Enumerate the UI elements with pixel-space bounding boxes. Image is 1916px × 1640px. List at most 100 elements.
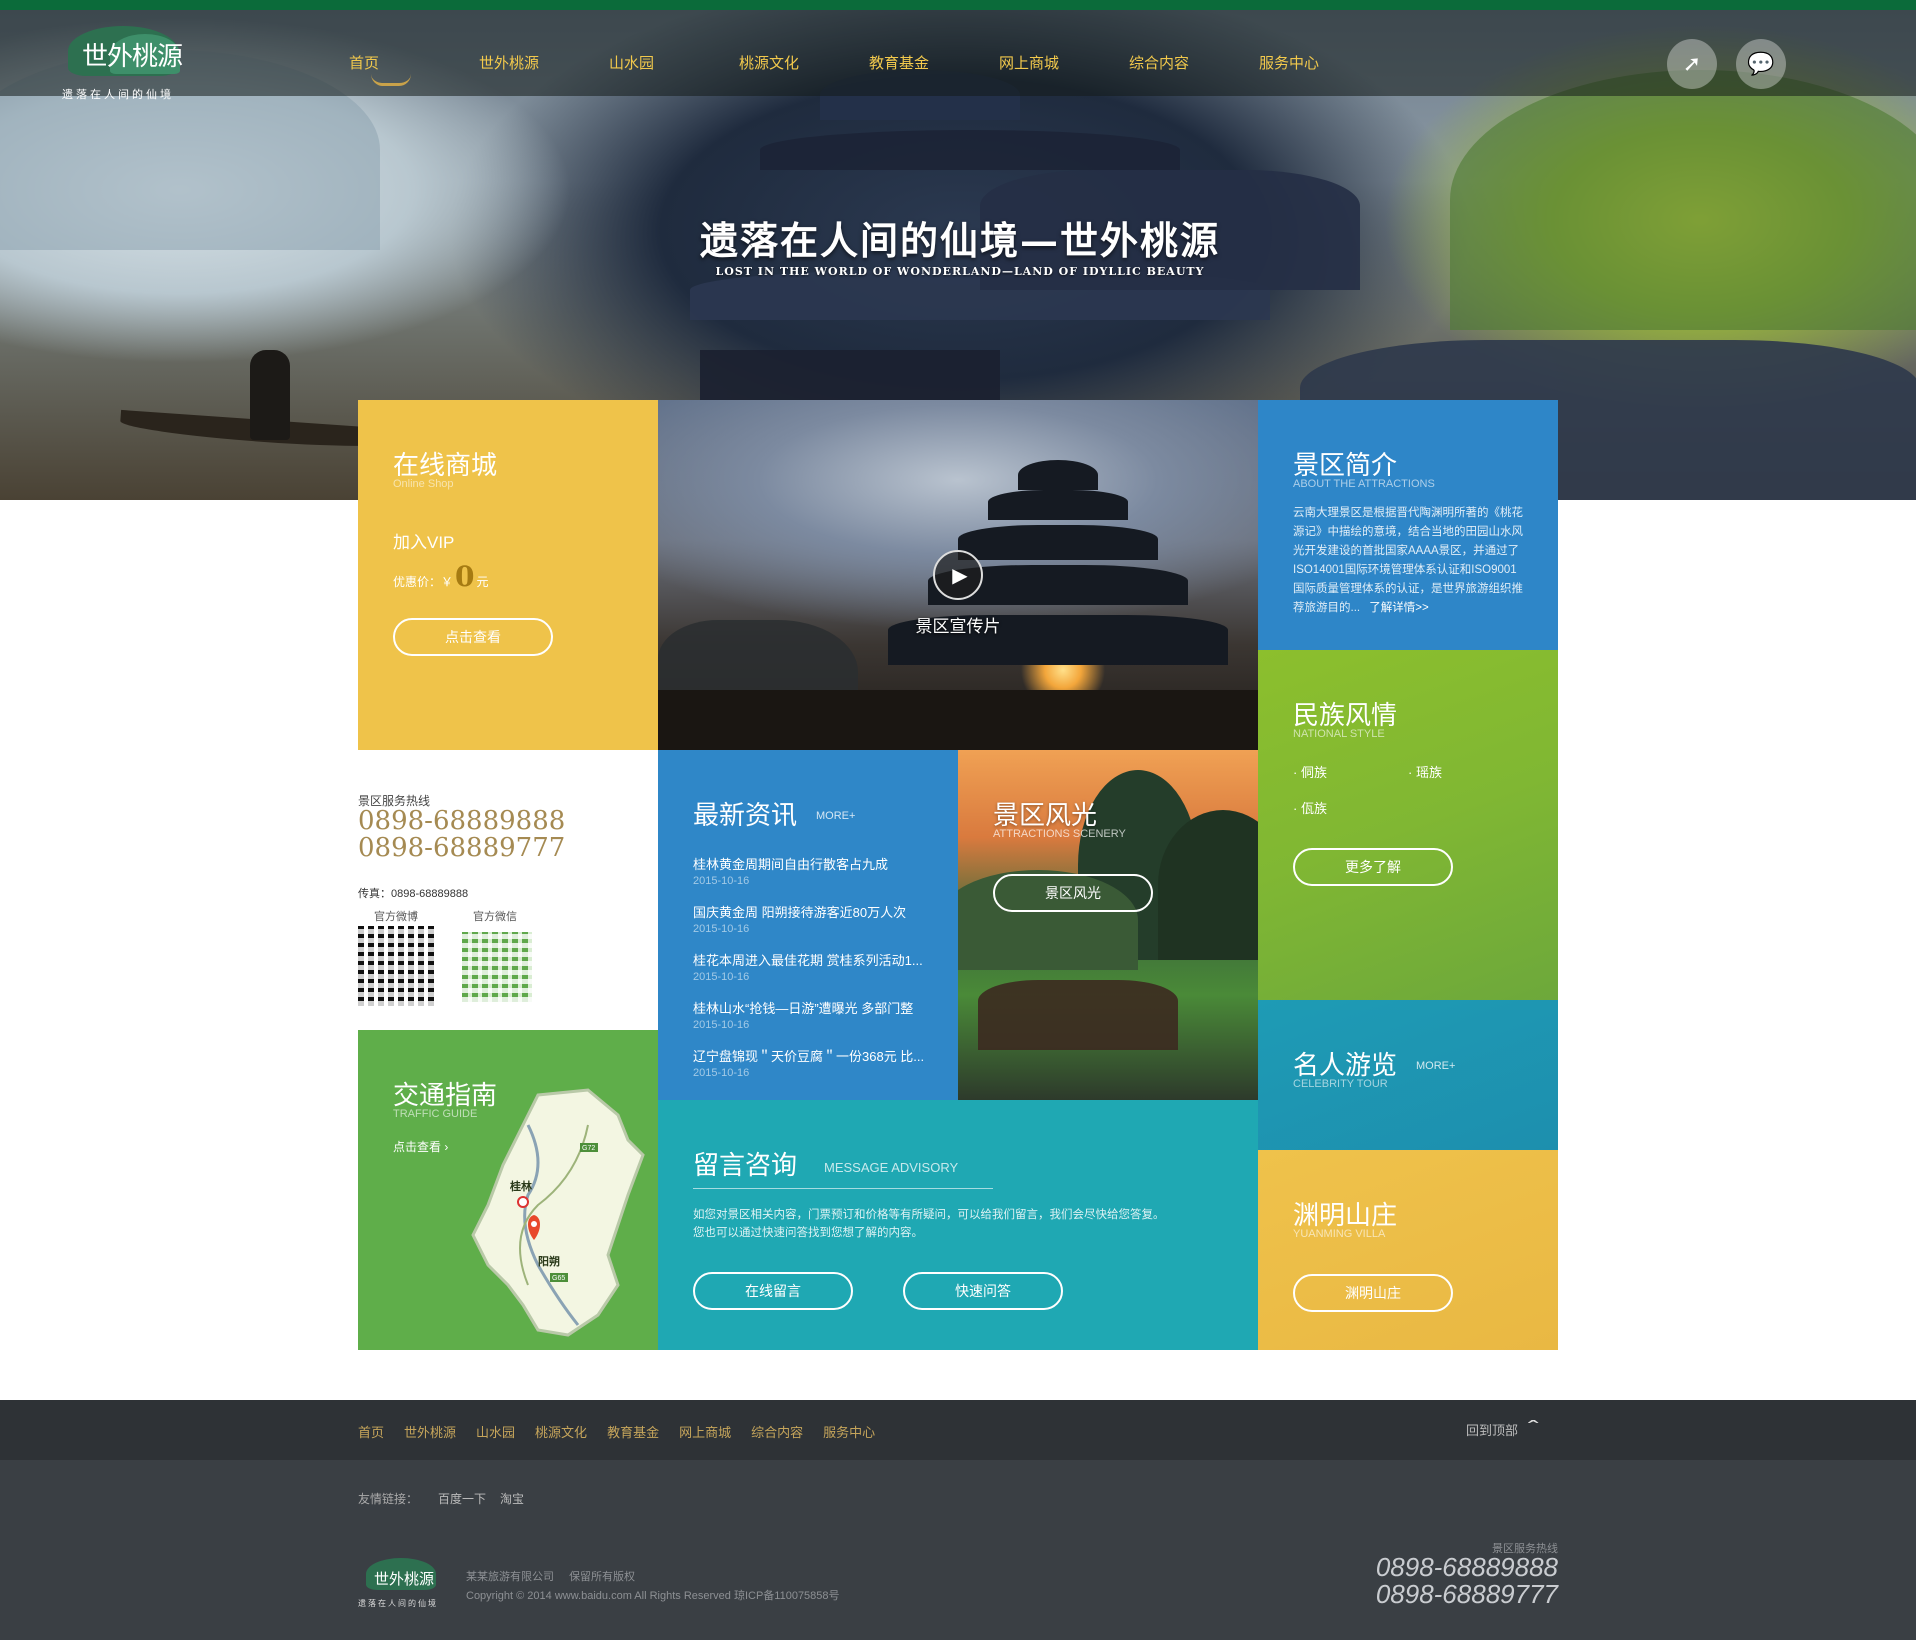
message-title-en: MESSAGE ADVISORY xyxy=(824,1160,959,1175)
online-message-button[interactable]: 在线留言 xyxy=(693,1272,853,1310)
footer-nav-paradise[interactable]: 世外桃源 xyxy=(404,1422,456,1441)
footer-nav-education-fund[interactable]: 教育基金 xyxy=(607,1422,659,1441)
copyright-text: Copyright © 2014 www.baidu.com All Right… xyxy=(466,1590,840,1602)
scenery-tile: 景区风光 ATTRACTIONS SCENERY 景区风光 xyxy=(958,750,1258,1100)
ethnic-item-yao[interactable]: · 瑶族 xyxy=(1408,762,1442,781)
news-item[interactable]: 桂林山水“抢钱—日游”遭曝光 多部门整 2015-10-16 xyxy=(693,998,943,1031)
compass-button[interactable]: ➚ xyxy=(1667,39,1717,89)
traffic-view-link[interactable]: 点击查看 › xyxy=(393,1138,448,1155)
news-item-title[interactable]: 桂林黄金周期间自由行散客占九成 xyxy=(693,854,943,873)
footer-phone-1: 0898-68889888 xyxy=(1375,1552,1558,1582)
shop-title: 在线商城 xyxy=(393,450,498,480)
rights-text: 保留所有版权 xyxy=(569,1571,636,1583)
news-item[interactable]: 桂花本周进入最佳花期 赏桂系列活动1... 2015-10-16 xyxy=(693,950,943,983)
nav-item-service-center[interactable]: 服务中心 xyxy=(1259,52,1389,73)
message-text-1: 如您对景区相关内容，门票预订和价格等有所疑问，可以给我们留言，我们会尽快给您答复… xyxy=(693,1209,1165,1221)
news-item-title[interactable]: 桂花本周进入最佳花期 赏桂系列活动1... xyxy=(693,950,943,969)
footer-logo-subtitle: 遗落在人间的仙境 xyxy=(358,1599,438,1608)
celebrity-more-link[interactable]: MORE+ xyxy=(1416,1060,1455,1072)
intro-title-en: ABOUT THE ATTRACTIONS xyxy=(1293,478,1435,490)
news-item[interactable]: 桂林黄金周期间自由行散客占九成 2015-10-16 xyxy=(693,854,943,887)
fisherman-silhouette xyxy=(250,350,290,440)
ethnic-title: 民族风情 xyxy=(1293,700,1398,730)
shop-view-button[interactable]: 点击查看 xyxy=(393,618,553,656)
wechat-icon: 💬 xyxy=(1747,51,1775,76)
footer-nav-general-content[interactable]: 综合内容 xyxy=(751,1422,803,1441)
villa-button[interactable]: 渊明山庄 xyxy=(1293,1274,1453,1312)
hotline-phone-1: 0898-68889888 xyxy=(358,806,566,836)
vip-label: 加入VIP xyxy=(393,533,455,552)
video-caption: 景区宣传片 xyxy=(915,617,1001,636)
nav-item-home[interactable]: 首页 xyxy=(349,52,479,86)
back-to-top-button[interactable]: 回到顶部 ˆ xyxy=(1466,1418,1539,1441)
ethnic-item-wa[interactable]: · 佤族 xyxy=(1293,798,1327,817)
news-item-title[interactable]: 国庆黄金周 阳朔接待游客近80万人次 xyxy=(693,902,943,921)
footer-nav-home[interactable]: 首页 xyxy=(358,1422,384,1441)
news-item[interactable]: 国庆黄金周 阳朔接待游客近80万人次 2015-10-16 xyxy=(693,902,943,935)
nav-item-education-fund[interactable]: 教育基金 xyxy=(869,52,999,73)
news-item-title[interactable]: 辽宁盘锦现＂天价豆腐＂一份368元 比... xyxy=(693,1046,943,1065)
footer-nav: 首页 世外桃源 山水园 桃源文化 教育基金 网上商城 综合内容 服务中心 xyxy=(358,1422,895,1441)
contact-info: 景区服务热线 0898-68889888 0898-68889777 传真：08… xyxy=(358,750,658,1030)
chevron-up-icon: ˆ xyxy=(1528,1418,1539,1440)
nav-item-paradise[interactable]: 世外桃源 xyxy=(479,52,609,73)
compass-icon: ➚ xyxy=(1682,51,1702,76)
price-label: 优惠价：￥ xyxy=(393,575,454,589)
friend-links: 友情链接： 百度一下 淘宝 xyxy=(358,1490,524,1507)
back-to-top-label: 回到顶部 xyxy=(1466,1423,1519,1438)
online-shop-tile: 在线商城 Online Shop 加入VIP 优惠价：￥ 0 元 点击查看 xyxy=(358,400,658,750)
shop-title-en: Online Shop xyxy=(393,478,454,490)
promo-video-tile[interactable]: ▶ 景区宣传片 xyxy=(658,400,1258,750)
wechat-button[interactable]: 💬 xyxy=(1736,39,1786,89)
friend-links-label: 友情链接： xyxy=(358,1492,419,1506)
scenery-title-en: ATTRACTIONS SCENERY xyxy=(993,828,1126,840)
intro-paragraph: 云南大理景区是根据晋代陶渊明所著的《桃花源记》中描绘的意境，结合当地的田园山水风… xyxy=(1293,507,1523,614)
quick-qa-button[interactable]: 快速问答 xyxy=(903,1272,1063,1310)
intro-text: 云南大理景区是根据晋代陶渊明所著的《桃花源记》中描绘的意境，结合当地的田园山水风… xyxy=(1293,504,1528,618)
news-more-link[interactable]: MORE+ xyxy=(816,810,855,822)
news-item[interactable]: 辽宁盘锦现＂天价豆腐＂一份368元 比... 2015-10-16 xyxy=(693,1046,943,1079)
footer-nav-landscape-garden[interactable]: 山水园 xyxy=(476,1422,515,1441)
nav-item-landscape-garden[interactable]: 山水园 xyxy=(609,52,739,73)
footer-nav-culture[interactable]: 桃源文化 xyxy=(535,1422,587,1441)
news-item-title[interactable]: 桂林山水“抢钱—日游”遭曝光 多部门整 xyxy=(693,998,943,1017)
footer-logo-text: 世外桃源 xyxy=(374,1570,435,1588)
intro-title: 景区简介 xyxy=(1293,450,1398,480)
message-advisory-tile: 留言咨询 MESSAGE ADVISORY 如您对景区相关内容，门票预订和价格等… xyxy=(658,1100,1258,1350)
news-item-date: 2015-10-16 xyxy=(693,1019,750,1031)
scenery-button[interactable]: 景区风光 xyxy=(993,874,1153,912)
ethnic-item-dong[interactable]: · 侗族 xyxy=(1293,762,1327,781)
logo-subtitle: 遗落在人间的仙境 xyxy=(62,88,174,101)
traffic-map[interactable]: G72 桂林 阳朔 G65 xyxy=(468,1085,648,1340)
play-button[interactable]: ▶ xyxy=(933,550,983,600)
price-unit: 元 xyxy=(476,575,489,589)
villa-title: 渊明山庄 xyxy=(1293,1200,1398,1230)
friend-link-baidu[interactable]: 百度一下 xyxy=(438,1490,486,1507)
nav-item-general-content[interactable]: 综合内容 xyxy=(1129,52,1259,73)
footer-phone-2: 0898-68889777 xyxy=(1375,1579,1558,1609)
friend-link-taobao[interactable]: 淘宝 xyxy=(500,1490,524,1507)
active-curl-ornament xyxy=(371,74,411,86)
scenery-title: 景区风光 xyxy=(993,800,1098,830)
attractions-intro-tile: 景区简介 ABOUT THE ATTRACTIONS 云南大理景区是根据晋代陶渊… xyxy=(1258,400,1558,650)
intro-more-link[interactable]: 了解详情>> xyxy=(1369,602,1428,614)
play-icon: ▶ xyxy=(952,564,968,587)
nav-item-culture[interactable]: 桃源文化 xyxy=(739,52,869,73)
message-divider xyxy=(693,1188,993,1189)
nav-item-online-mall[interactable]: 网上商城 xyxy=(999,52,1129,73)
map-label-guilin: 桂林 xyxy=(509,1179,532,1193)
message-text-2: 您也可以通过快速问答找到您想了解的内容。 xyxy=(693,1227,923,1239)
footer-nav-service-center[interactable]: 服务中心 xyxy=(823,1422,875,1441)
yuanming-villa-tile: 渊明山庄 YUANMING VILLA 渊明山庄 xyxy=(1258,1150,1558,1350)
footer-logo[interactable]: 世外桃源 遗落在人间的仙境 xyxy=(358,1558,448,1612)
hotline-phone-2: 0898-68889777 xyxy=(358,833,566,863)
ethnic-title-en: NATIONAL STYLE xyxy=(1293,728,1385,740)
weibo-label: 官方微博 xyxy=(374,911,418,923)
fax-number: 传真：0898-68889888 xyxy=(358,888,469,900)
celebrity-title-en: CELEBRITY TOUR xyxy=(1293,1078,1388,1090)
traffic-title-en: TRAFFIC GUIDE xyxy=(393,1108,478,1120)
footer-nav-online-mall[interactable]: 网上商城 xyxy=(679,1422,731,1441)
ethnic-more-button[interactable]: 更多了解 xyxy=(1293,848,1453,886)
map-label-yangshuo: 阳朔 xyxy=(538,1254,560,1268)
site-logo[interactable]: 世外桃源 遗落在人间的仙境 xyxy=(60,24,195,102)
